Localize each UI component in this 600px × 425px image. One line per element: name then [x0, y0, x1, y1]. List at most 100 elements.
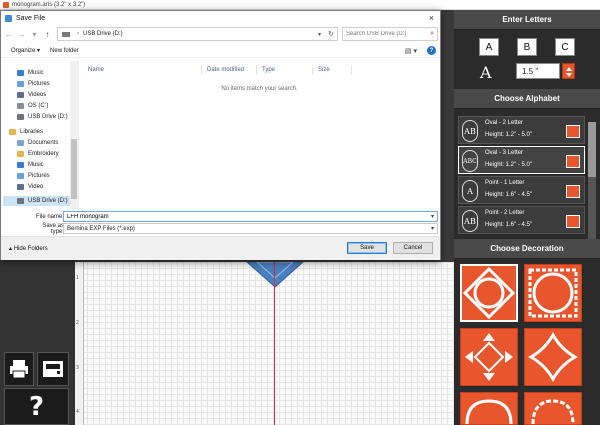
nav-item-label: OS (C:) — [28, 103, 49, 109]
wavy-frame-decoration-icon — [465, 399, 513, 425]
decoration-tile[interactable] — [460, 328, 518, 386]
alphabet-item[interactable]: AB Oval - 2 Letter Height: 1.2" - 5.0" — [458, 116, 585, 144]
chevron-up-icon: ▴ — [9, 246, 13, 252]
search-icon: ⌕ — [430, 30, 434, 37]
column-divider[interactable] — [201, 65, 202, 75]
nav-item-label: Pictures — [28, 81, 50, 87]
forward-arrow-icon[interactable]: → — [16, 30, 27, 39]
chevron-down-icon[interactable]: ▾ — [318, 31, 321, 38]
column-header-type[interactable]: Type — [262, 67, 275, 73]
chevron-down-icon[interactable]: ▾ — [431, 225, 434, 232]
help-icon[interactable]: ? — [427, 46, 436, 55]
file-list[interactable]: Name Date modified Type Size No items ma… — [81, 61, 438, 209]
usb-drive-icon — [17, 198, 24, 204]
chevron-down-icon[interactable] — [566, 73, 572, 77]
up-arrow-icon[interactable]: ↑ — [42, 30, 53, 39]
chevron-up-icon[interactable] — [566, 67, 572, 71]
save-device-icon — [43, 361, 63, 377]
hide-folders-toggle[interactable]: ▴ Hide Folders — [9, 245, 48, 252]
alphabet-preview: AB — [462, 210, 478, 232]
printer-icon — [10, 360, 28, 379]
decoration-tile-selected[interactable] — [460, 264, 518, 322]
nav-item-music[interactable]: Music — [17, 160, 44, 170]
search-field[interactable]: ⌕ — [342, 27, 438, 41]
address-bar[interactable]: › USB Drive (D:) ▾ ↻ — [57, 27, 338, 41]
cancel-button[interactable]: Cancel — [393, 242, 433, 254]
print-button[interactable] — [4, 352, 34, 386]
file-name-input[interactable] — [67, 213, 427, 220]
letter-input-2[interactable]: B — [517, 38, 537, 56]
nav-item-pictures[interactable]: Pictures — [17, 171, 50, 181]
column-divider[interactable] — [256, 65, 257, 75]
edit-alphabet-icon[interactable] — [566, 155, 580, 168]
nav-item-embroidery[interactable]: Embroidery — [17, 149, 59, 159]
alphabet-item[interactable]: A Point - 1 Letter Height: 1.6" - 4.5" — [458, 176, 585, 204]
navigation-scrollbar[interactable] — [70, 61, 78, 209]
save-design-button[interactable] — [37, 352, 69, 386]
edit-alphabet-icon[interactable] — [566, 185, 580, 198]
file-name-field[interactable]: ▾ — [63, 211, 438, 222]
dialog-title: Save File — [16, 14, 46, 22]
nav-item-documents[interactable]: Documents — [17, 138, 58, 148]
column-header-size[interactable]: Size — [318, 67, 330, 73]
search-input[interactable] — [346, 31, 426, 37]
monogram-frame-motif[interactable] — [245, 262, 305, 288]
nav-item-label: Libraries — [20, 129, 44, 135]
alphabet-item[interactable]: AB Point - 2 Letter Height: 1.6" - 4.5" — [458, 206, 585, 234]
column-header-name[interactable]: Name — [88, 67, 104, 73]
column-divider[interactable] — [312, 65, 313, 75]
dialog-footer: ▴ Hide Folders Save Cancel — [1, 236, 440, 260]
letter-height-input[interactable]: 1.5 " — [516, 63, 560, 79]
empty-message: No items match your search. — [221, 86, 298, 92]
scalloped-frame-decoration-icon — [528, 268, 578, 318]
refresh-icon[interactable]: ↻ — [328, 30, 334, 38]
navigation-pane: Music Pictures Videos OS (C:) USB Drive … — [1, 61, 79, 209]
edit-alphabet-icon[interactable] — [566, 125, 580, 138]
videos-icon — [17, 92, 24, 98]
alphabet-height: Height: 1.2" - 5.0" — [485, 162, 532, 168]
letter-input-3[interactable]: C — [555, 38, 575, 56]
nav-item-videos[interactable]: Videos — [17, 90, 46, 100]
column-header-date-modified[interactable]: Date modified — [207, 67, 244, 73]
decoration-tile[interactable] — [460, 392, 518, 425]
drive-icon — [17, 103, 24, 109]
save-type-value: Bernina EXP Files (*.exp) — [67, 225, 135, 232]
height-stepper[interactable] — [562, 63, 575, 79]
nav-item-os-c[interactable]: OS (C:) — [17, 101, 48, 111]
nav-item-music[interactable]: Music — [17, 68, 44, 78]
chevron-down-icon[interactable]: ▾ — [431, 213, 434, 220]
close-icon[interactable]: × — [429, 13, 434, 23]
ruler-number: 3 — [76, 365, 79, 371]
save-file-dialog: Save File × ← → ▾ ↑ › USB Drive (D:) ▾ ↻… — [0, 10, 441, 260]
view-options-icon[interactable]: ▤ ▾ — [405, 47, 417, 55]
nav-item-usb-drive-selected[interactable]: USB Drive (D:) — [3, 196, 71, 206]
back-arrow-icon[interactable]: ← — [3, 30, 14, 39]
recent-chevron-icon[interactable]: ▾ — [29, 30, 40, 39]
organize-menu[interactable]: Organize ▾ — [11, 47, 40, 54]
nav-item-pictures[interactable]: Pictures — [17, 79, 50, 89]
alphabet-item-selected[interactable]: ABC Oval - 3 Letter Height: 1.2" - 5.0" — [458, 146, 585, 174]
file-name-row: File name: ▾ — [1, 211, 440, 222]
nav-item-usb-drive[interactable]: USB Drive (D:) — [17, 112, 68, 122]
new-folder-button[interactable]: New folder — [50, 48, 79, 54]
column-divider[interactable] — [351, 65, 352, 75]
navigation-scroll-thumb[interactable] — [71, 139, 77, 199]
nav-item-label: Videos — [28, 92, 47, 98]
save-button[interactable]: Save — [347, 242, 387, 254]
help-button[interactable]: ? — [4, 388, 69, 425]
nav-item-video[interactable]: Video — [17, 182, 43, 192]
save-type-select[interactable]: Bernina EXP Files (*.exp) ▾ — [63, 223, 438, 234]
alphabet-scroll-thumb[interactable] — [588, 122, 596, 177]
app-title: monogram.arts (3.2" x 3.2") — [12, 1, 86, 8]
nav-item-libraries[interactable]: Libraries — [9, 127, 43, 137]
letter-input-1[interactable]: A — [479, 38, 499, 56]
edit-alphabet-icon[interactable] — [566, 215, 580, 228]
center-guide-line — [274, 262, 275, 425]
decoration-tile[interactable] — [524, 392, 582, 425]
decoration-tile[interactable] — [524, 328, 582, 386]
app-titlebar: monogram.arts (3.2" x 3.2") — [0, 0, 600, 10]
alphabet-scrollbar[interactable] — [588, 122, 596, 240]
alphabet-name: Oval - 3 Letter — [485, 150, 524, 156]
breadcrumb-item[interactable]: USB Drive (D:) — [83, 31, 123, 37]
decoration-tile[interactable] — [524, 264, 582, 322]
